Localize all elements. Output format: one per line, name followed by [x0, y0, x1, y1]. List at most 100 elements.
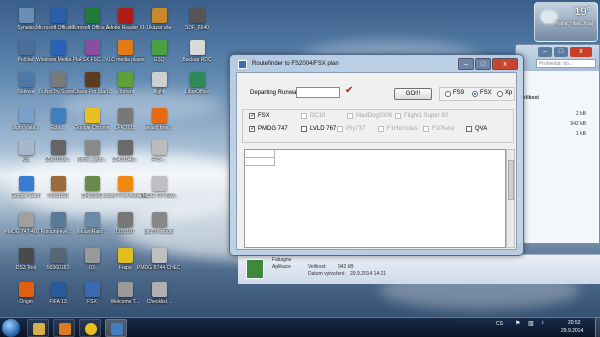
details-name: Fatiagne	[272, 257, 292, 263]
minimize-icon[interactable]: –	[538, 47, 552, 57]
scrollbar-thumb[interactable]	[508, 160, 514, 200]
app-shortcut-icon	[18, 248, 34, 263]
app-shortcut-icon	[151, 140, 167, 155]
app-shortcut-icon	[84, 140, 100, 155]
radio-fsx-label: FSX	[480, 90, 492, 96]
desktop-icon[interactable]: LibreOffice	[175, 72, 219, 110]
tray-flag-icon[interactable]: ⚑	[515, 320, 520, 327]
desktop-icon-label: flight	[153, 89, 165, 95]
desktop-icon-label: S2451046...	[111, 157, 139, 163]
checkbox-qva-label: QVA	[475, 126, 488, 132]
tray-volume-icon[interactable]: ♪	[541, 320, 544, 326]
app-shortcut-icon	[117, 140, 133, 155]
desktop-icon[interactable]: Checklist...	[137, 282, 181, 320]
desktop-icon[interactable]: PMDG B744 CHECKLIST	[137, 248, 181, 286]
maximize-icon[interactable]: □	[554, 47, 568, 57]
desktop-icon-label: avast! free...	[145, 125, 173, 131]
desktop-icon-label: GSQ	[153, 57, 165, 63]
app-shortcut-icon	[151, 40, 167, 55]
desktop-icon-label: 03	[89, 265, 95, 271]
taskbar-media[interactable]	[53, 319, 75, 337]
app-shortcut-icon	[117, 282, 133, 297]
app-shortcut-icon	[189, 40, 205, 55]
vertical-scrollbar[interactable]	[506, 149, 515, 248]
desktop-icon-label: S5601900...	[44, 157, 72, 163]
desktop-icon-label: Backup RDC	[182, 57, 212, 63]
app-shortcut-icon	[18, 212, 34, 227]
go-button[interactable]: GO!!!	[394, 88, 432, 100]
desktop-icon[interactable]: pic737-studio	[137, 212, 181, 250]
close-button[interactable]: x	[492, 58, 518, 70]
desktop-icon-label: Fraps	[118, 265, 132, 271]
start-button[interactable]	[2, 319, 20, 337]
app-shortcut-icon	[18, 282, 34, 297]
app-shortcut-icon	[18, 8, 34, 23]
checkbox-ifly737-label: iFly737	[346, 126, 366, 132]
show-desktop-button[interactable]	[595, 318, 600, 337]
search-input[interactable]: Prohledat: do...	[536, 59, 596, 68]
taskbar-chrome[interactable]	[79, 319, 101, 337]
app-shortcut-icon	[151, 282, 167, 297]
checkbox-maddog	[347, 113, 353, 119]
tray-network-icon[interactable]: ▥	[528, 320, 534, 327]
app-shortcut-icon	[151, 72, 167, 87]
checkbox-qva[interactable]	[466, 126, 472, 132]
route-grid[interactable]	[244, 149, 506, 248]
app-icon	[238, 60, 247, 69]
taskbar-routefinder[interactable]	[105, 319, 127, 337]
desktop-icon-label: MountRain...	[77, 229, 107, 235]
checkbox-fsx-label: FSX	[258, 113, 270, 119]
app-shortcut-icon	[117, 212, 133, 227]
details-size: 942 kB	[338, 264, 354, 270]
desktop-icon-label: Koš	[21, 157, 31, 163]
app-shortcut-icon	[50, 176, 66, 191]
checkbox-ifly737	[337, 126, 343, 132]
radio-fsx[interactable]	[472, 91, 478, 97]
taskbar: CS ⚑ ▥ ♪ 20:52 29.9.2014	[0, 317, 600, 337]
app-shortcut-icon	[151, 212, 167, 227]
grid-cell[interactable]	[245, 150, 275, 158]
weather-temperature: 19°	[574, 6, 591, 18]
checkbox-dc10	[301, 113, 307, 119]
checkbox-flight1	[395, 113, 401, 119]
departing-runway-input[interactable]	[296, 87, 340, 98]
clock-date[interactable]: 29.9.2014	[561, 328, 583, 334]
radio-xp[interactable]	[497, 91, 503, 97]
radio-fs9-label: FS9	[453, 90, 465, 96]
desktop-icon[interactable]: PMDG 737-800...	[137, 176, 181, 214]
minimize-button[interactable]: –	[458, 58, 474, 70]
desktop-icon-label: Checklist...	[146, 299, 172, 305]
explorer-window[interactable]: – □ x Prohledat: do... Velikost 2 kB 942…	[515, 44, 600, 244]
language-indicator[interactable]: CS	[496, 321, 503, 327]
app-shortcut-icon	[50, 8, 66, 23]
app-shortcut-icon	[84, 248, 100, 263]
clock-time[interactable]: 20:52	[568, 320, 581, 326]
routefinder-window[interactable]: Routefinder to FS2004/FSX plan – □ x Dep…	[229, 54, 524, 256]
radio-fs9[interactable]	[445, 91, 451, 97]
app-shortcut-icon	[84, 108, 100, 123]
app-shortcut-icon	[18, 72, 34, 87]
close-icon[interactable]: x	[570, 47, 592, 57]
maximize-button[interactable]: □	[475, 58, 491, 70]
desktop-icon-label: Welcome T...	[110, 299, 140, 305]
app-shortcut-icon	[84, 282, 100, 297]
grid-cell[interactable]	[245, 158, 275, 166]
checkbox-pmdg747-label: PMDG 747	[258, 126, 288, 132]
explorer-toolbar: – □ x Prohledat: do...	[516, 45, 599, 71]
app-shortcut-icon	[151, 176, 167, 191]
checkbox-fsx[interactable]: ✓	[249, 113, 255, 119]
desktop-icon-label: PMDG B744 CHECKLIST	[137, 265, 181, 271]
file-thumbnail	[246, 259, 264, 279]
checkbox-lvld767[interactable]	[301, 126, 307, 132]
app-shortcut-icon	[50, 248, 66, 263]
desktop-icon-label: flight Vista...	[12, 125, 40, 131]
app-shortcut-icon	[18, 40, 34, 55]
desktop-icon[interactable]: FPS-...	[137, 140, 181, 178]
weather-gadget[interactable]: 19° Praha, Hlav...Kraj	[534, 2, 598, 42]
desktop-icon-label: 79651501	[46, 193, 70, 199]
checkbox-lvld767-label: LVLD 767	[310, 126, 337, 132]
media-player-icon	[59, 323, 71, 335]
details-size-label: Velikost:	[308, 264, 327, 270]
checkbox-pmdg747[interactable]: ✓	[249, 126, 255, 132]
taskbar-explorer[interactable]	[27, 319, 49, 337]
